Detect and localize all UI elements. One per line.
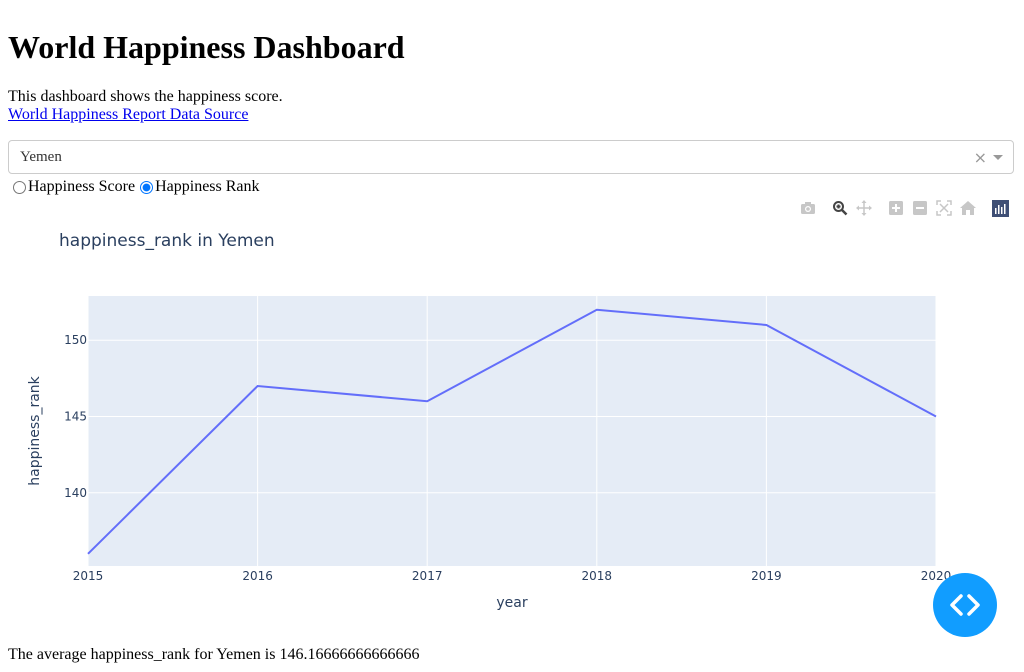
radio-happiness-score-label: Happiness Score bbox=[28, 178, 136, 195]
description-text: This dashboard shows the happiness score… bbox=[8, 88, 283, 105]
page-title: World Happiness Dashboard bbox=[8, 29, 405, 65]
camera-icon[interactable] bbox=[798, 198, 818, 218]
autoscale-icon[interactable] bbox=[934, 198, 954, 218]
y-axis-ticks: 140 145 150 bbox=[64, 333, 87, 500]
y-axis-label: happiness_rank bbox=[27, 375, 43, 485]
pan-icon[interactable] bbox=[854, 198, 874, 218]
description-block: This dashboard shows the happiness score… bbox=[8, 88, 283, 124]
chart-title: happiness_rank in Yemen bbox=[59, 231, 275, 251]
zoom-in-icon[interactable] bbox=[886, 198, 906, 218]
x-tick-label: 2015 bbox=[73, 569, 104, 583]
debug-toggle-button[interactable] bbox=[933, 573, 997, 637]
zoom-out-icon[interactable] bbox=[910, 198, 930, 218]
radio-happiness-score-input[interactable] bbox=[13, 180, 26, 194]
x-axis-ticks: 2015 2016 2017 2018 2019 2020 bbox=[73, 569, 952, 583]
clear-icon[interactable]: × bbox=[974, 148, 987, 167]
y-tick-label: 140 bbox=[64, 486, 87, 500]
x-tick-label: 2019 bbox=[751, 569, 782, 583]
radio-happiness-rank-label: Happiness Rank bbox=[155, 178, 260, 195]
reset-axes-icon[interactable] bbox=[958, 198, 978, 218]
plotly-logo-icon[interactable] bbox=[990, 198, 1010, 218]
line-chart[interactable]: happiness_rank in Yemen 2015 2016 2017 2018… bbox=[0, 222, 1024, 622]
x-tick-label: 2017 bbox=[412, 569, 443, 583]
x-tick-label: 2016 bbox=[242, 569, 273, 583]
zoom-icon[interactable] bbox=[830, 198, 850, 218]
radio-happiness-rank[interactable]: Happiness Rank bbox=[139, 178, 260, 196]
plot-modebar bbox=[794, 198, 1010, 218]
country-dropdown-value: Yemen bbox=[20, 149, 62, 165]
plot-area[interactable] bbox=[88, 296, 936, 566]
data-source-link[interactable]: World Happiness Report Data Source bbox=[8, 106, 248, 123]
y-tick-label: 150 bbox=[64, 333, 87, 347]
country-dropdown[interactable]: Yemen × bbox=[8, 140, 1014, 174]
y-tick-label: 145 bbox=[64, 410, 87, 424]
x-axis-label: year bbox=[496, 595, 527, 611]
metric-radio-group: Happiness Score Happiness Rank bbox=[12, 178, 260, 199]
x-tick-label: 2018 bbox=[582, 569, 613, 583]
average-summary: The average happiness_rank for Yemen is … bbox=[8, 646, 420, 663]
chart-container: happiness_rank in Yemen 2015 2016 2017 2018… bbox=[0, 222, 1024, 622]
chevron-down-icon[interactable] bbox=[993, 155, 1003, 160]
radio-happiness-score[interactable]: Happiness Score bbox=[12, 178, 135, 196]
radio-happiness-rank-input[interactable] bbox=[140, 180, 154, 194]
code-brackets-icon bbox=[950, 594, 980, 616]
